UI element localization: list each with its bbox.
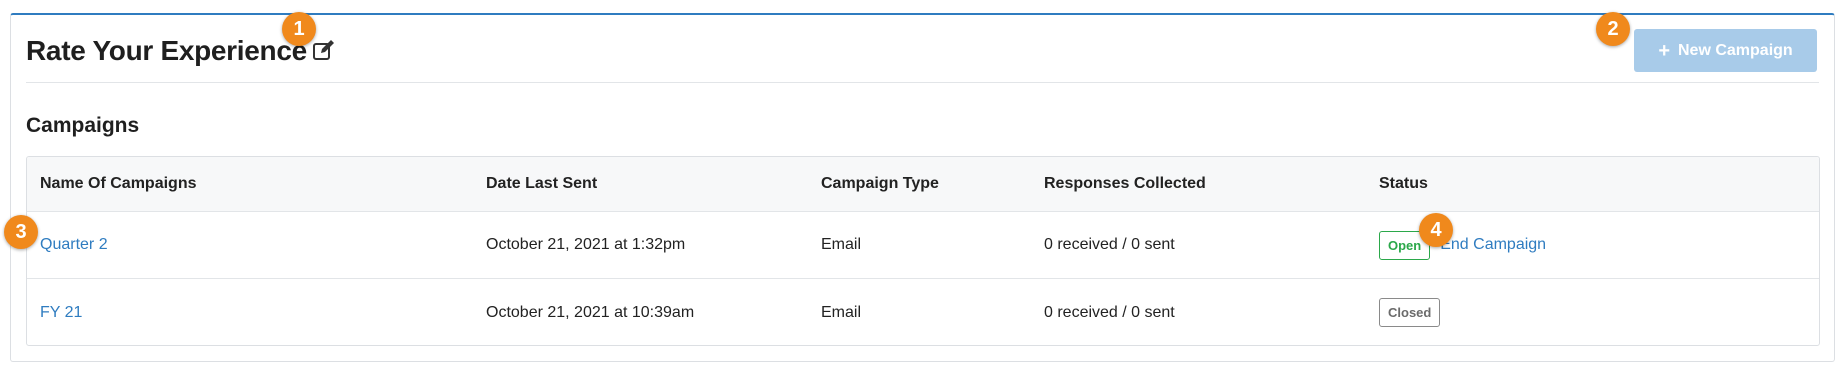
callout-marker: 4 (1419, 213, 1453, 247)
end-campaign-link[interactable]: End Campaign (1440, 236, 1546, 254)
campaigns-table: Name Of Campaigns Date Last Sent Campaig… (26, 156, 1820, 346)
campaigns-heading: Campaigns (26, 114, 140, 137)
date-last-sent-cell: October 21, 2021 at 1:32pm (486, 236, 686, 253)
column-header-date-last-sent: Date Last Sent (486, 175, 598, 192)
date-last-sent-cell: October 21, 2021 at 10:39am (486, 303, 695, 321)
column-header-name: Name Of Campaigns (40, 175, 197, 192)
callout-marker: 2 (1596, 12, 1630, 46)
plus-icon: + (1658, 39, 1670, 62)
responses-collected-cell: 0 received / 0 sent (1044, 303, 1175, 321)
page-title: Rate Your Experience (26, 35, 307, 66)
callout-marker: 3 (4, 215, 38, 249)
callout-marker: 1 (282, 12, 316, 46)
responses-collected-cell: 0 received / 0 sent (1044, 236, 1175, 253)
table-header: Name Of Campaigns Date Last Sent Campaig… (27, 157, 1819, 212)
campaign-type-cell: Email (821, 236, 862, 253)
status-cell: Closed (1379, 279, 1441, 345)
column-header-responses-collected: Responses Collected (1044, 175, 1206, 192)
rate-your-experience-panel: Rate Your Experience + New Campaign Camp… (10, 13, 1835, 362)
table-row: FY 21 October 21, 2021 at 10:39am Email … (27, 279, 1819, 345)
campaign-link-fy-21[interactable]: FY 21 (40, 304, 82, 322)
campaign-link-quarter-2[interactable]: Quarter 2 (40, 236, 108, 254)
new-campaign-button[interactable]: + New Campaign (1634, 29, 1817, 72)
edit-icon[interactable] (311, 37, 337, 63)
campaign-type-cell: Email (821, 303, 862, 321)
status-badge-closed: Closed (1379, 298, 1441, 327)
table-row: Quarter 2 October 21, 2021 at 1:32pm Ema… (27, 212, 1819, 279)
column-header-status: Status (1379, 175, 1428, 192)
status-cell: Open End Campaign (1379, 212, 1546, 278)
new-campaign-label: New Campaign (1678, 41, 1793, 59)
column-header-campaign-type: Campaign Type (821, 175, 939, 192)
